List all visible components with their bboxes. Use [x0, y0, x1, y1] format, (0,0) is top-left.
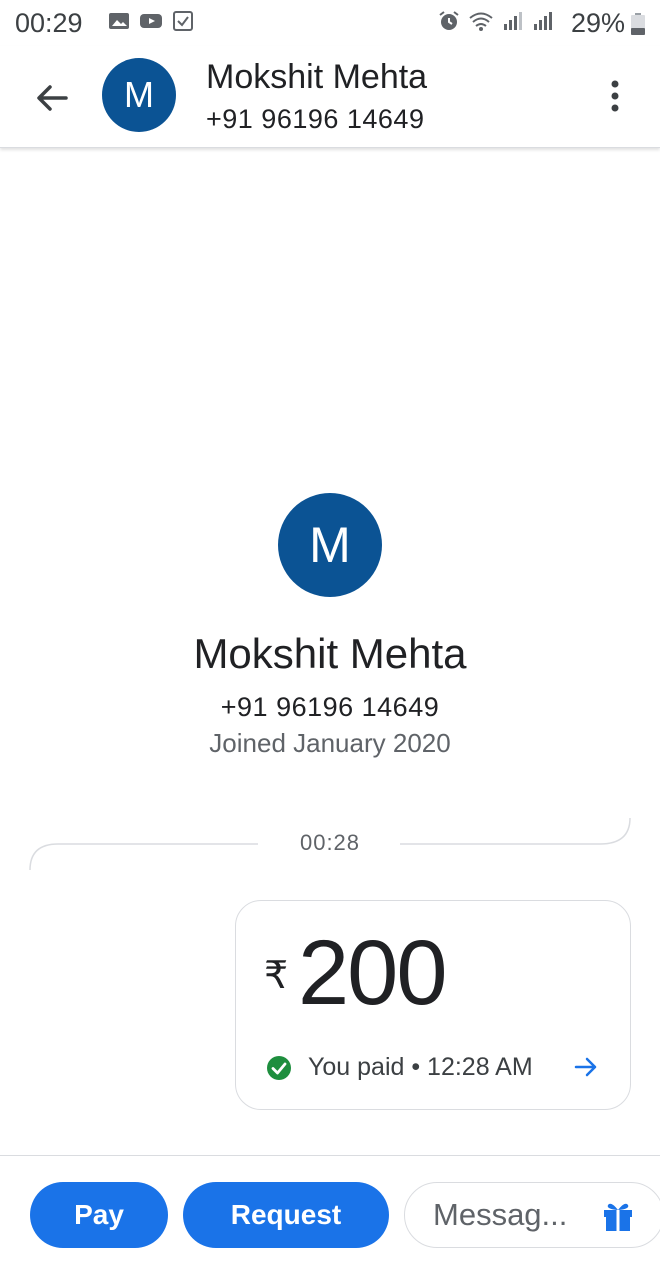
conversation-timestamp: 00:28 [299, 830, 361, 855]
bottom-action-bar: Pay Request Messag... [0, 1155, 660, 1280]
check-circle-icon [267, 1056, 291, 1080]
battery-icon [631, 13, 645, 35]
status-time: 00:29 [15, 8, 83, 38]
battery-percentage: 29% [571, 8, 626, 38]
contact-name: Mokshit Mehta [206, 58, 428, 96]
back-arrow-icon[interactable] [30, 76, 74, 120]
payment-status: You paid • 12:28 AM [308, 1053, 533, 1081]
status-bar: 00:29 29% [0, 0, 660, 46]
profile-phone: +91 96196 14649 [220, 692, 440, 722]
signal-icon [504, 12, 522, 30]
wifi-icon [469, 12, 493, 31]
checkbox-icon [173, 11, 193, 31]
request-button[interactable]: Request [183, 1182, 389, 1248]
payment-amount: 200 [298, 922, 447, 1024]
app-bar: M Mokshit Mehta +91 96196 14649 [0, 46, 660, 148]
pay-button[interactable]: Pay [30, 1182, 168, 1248]
avatar[interactable]: M [102, 58, 176, 132]
notification-icons [108, 10, 194, 32]
message-placeholder: Messag... [433, 1197, 568, 1232]
profile-joined-date: Joined January 2020 [209, 728, 451, 758]
contact-phone: +91 96196 14649 [206, 104, 425, 134]
youtube-icon [140, 14, 162, 28]
alarm-icon [439, 11, 459, 30]
system-icons [438, 10, 554, 32]
profile-avatar: M [278, 493, 382, 597]
currency-symbol: ₹ [264, 955, 289, 997]
signal-icon [534, 12, 552, 30]
profile-name: Mokshit Mehta [193, 630, 467, 677]
payment-card[interactable]: ₹ 200 You paid • 12:28 AM [235, 900, 631, 1110]
more-options-icon[interactable] [600, 76, 630, 116]
arrow-right-icon[interactable] [572, 1053, 600, 1081]
gift-icon[interactable] [601, 1199, 635, 1233]
gallery-icon [109, 13, 129, 29]
message-input[interactable]: Messag... [404, 1182, 660, 1248]
